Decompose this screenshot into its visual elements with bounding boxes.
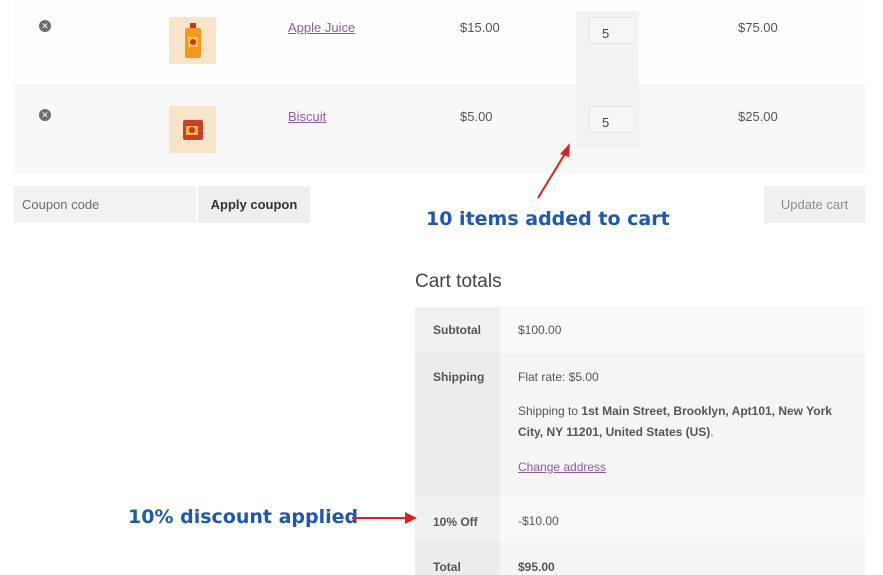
- shipping-prefix: Shipping to: [518, 404, 579, 418]
- annotation-arrow: [537, 143, 570, 199]
- shipping-details: Flat rate: $5.00 Shipping to 1st Main St…: [500, 353, 865, 496]
- product-price: $15.00: [460, 20, 500, 35]
- apply-coupon-button[interactable]: Apply coupon: [198, 186, 310, 223]
- quantity-input[interactable]: 5: [589, 17, 633, 44]
- discount-value: -$10.00: [500, 496, 865, 542]
- juice-bottle-icon[interactable]: [169, 17, 216, 64]
- change-address-wrap: Change address: [518, 460, 845, 474]
- total-row: Total $95.00: [415, 542, 865, 575]
- remove-icon[interactable]: ✕: [39, 20, 51, 32]
- cart-row: [14, 0, 865, 84]
- product-price: $5.00: [460, 109, 493, 124]
- subtotal-row: Subtotal $100.00: [415, 307, 865, 353]
- shipping-row: Shipping Flat rate: $5.00 Shipping to 1s…: [415, 353, 865, 496]
- shipping-label: Shipping: [415, 353, 500, 496]
- product-subtotal: $25.00: [738, 109, 778, 124]
- total-label: Total: [415, 542, 500, 575]
- cart-row: [14, 84, 865, 173]
- product-link[interactable]: Apple Juice: [288, 20, 355, 35]
- product-link[interactable]: Biscuit: [288, 109, 326, 124]
- quantity-input[interactable]: 5: [589, 106, 633, 133]
- update-cart-button[interactable]: Update cart: [764, 186, 865, 223]
- change-address-link[interactable]: Change address: [518, 460, 606, 474]
- subtotal-label: Subtotal: [415, 307, 500, 353]
- shipping-destination: Shipping to 1st Main Street, Brooklyn, A…: [518, 401, 845, 443]
- discount-annotation: 10% discount applied: [128, 506, 359, 528]
- discount-row: 10% Off -$10.00: [415, 496, 865, 542]
- cart-totals-table: Subtotal $100.00 Shipping Flat rate: $5.…: [415, 307, 865, 575]
- annotation-arrow: [352, 512, 417, 524]
- remove-icon[interactable]: ✕: [39, 109, 51, 121]
- subtotal-value: $100.00: [500, 307, 865, 353]
- biscuit-pack-icon[interactable]: [169, 106, 216, 153]
- cart-totals-title: Cart totals: [415, 271, 502, 292]
- discount-label: 10% Off: [415, 496, 500, 542]
- coupon-code-input[interactable]: Coupon code: [14, 186, 196, 223]
- shipping-rate: Flat rate: $5.00: [518, 370, 599, 384]
- shipping-suffix: .: [710, 425, 714, 439]
- total-value: $95.00: [500, 542, 865, 575]
- product-subtotal: $75.00: [738, 20, 778, 35]
- items-added-annotation: 10 items added to cart: [426, 208, 670, 230]
